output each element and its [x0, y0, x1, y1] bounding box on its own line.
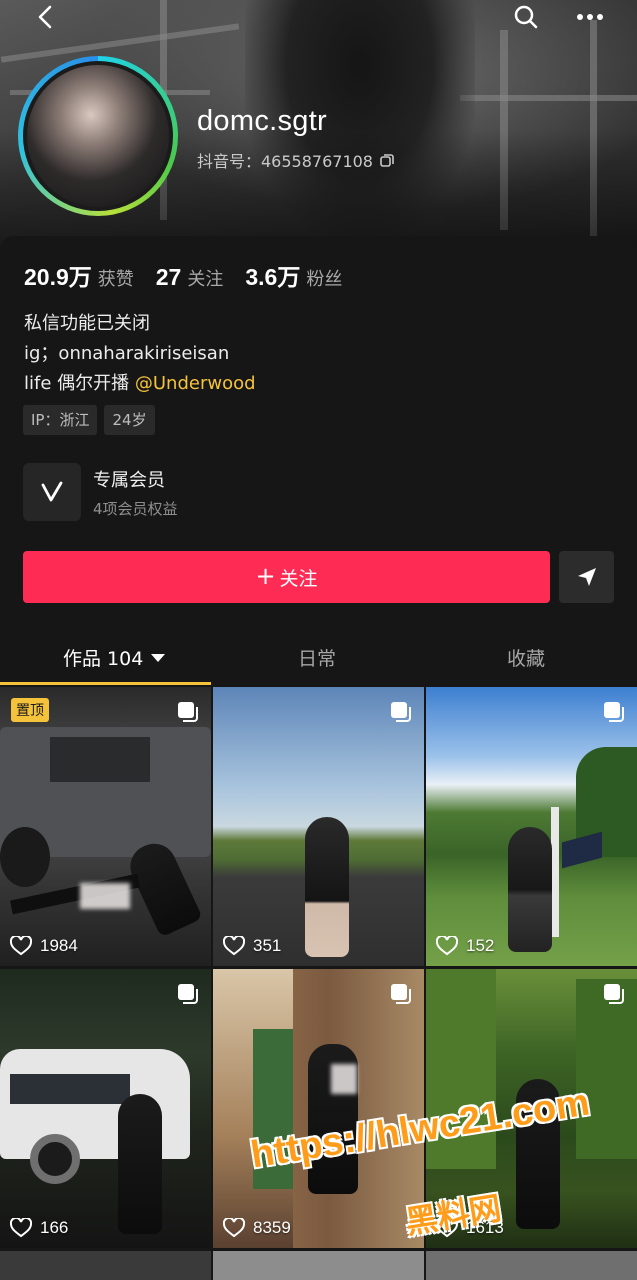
like-count-text: 1984	[40, 936, 78, 955]
stat-following[interactable]: 27 关注	[156, 264, 224, 291]
douyin-id[interactable]: 抖音号：46558767108	[197, 148, 395, 172]
douyin-id-text: 抖音号：46558767108	[197, 152, 373, 171]
heart-icon	[436, 936, 458, 956]
bio-line: life 偶尔开播 @Underwood	[24, 369, 256, 399]
video-thumbnail[interactable]: 351	[213, 687, 424, 966]
follow-button[interactable]: + 关注	[23, 551, 550, 603]
like-count-text: 166	[40, 1218, 69, 1237]
video-thumbnail[interactable]	[0, 1251, 211, 1280]
membership-subtitle: 4项会员权益	[93, 499, 178, 518]
like-count: 1984	[10, 936, 78, 956]
more-icon	[577, 14, 603, 20]
mention-link[interactable]: @Underwood	[135, 373, 256, 394]
heart-icon	[223, 1218, 245, 1238]
multi-image-icon	[604, 984, 624, 1004]
membership-title: 专属会员	[93, 469, 165, 491]
video-thumbnail[interactable]: 置顶 1984	[0, 687, 211, 966]
stat-label: 关注	[187, 269, 224, 290]
heart-icon	[10, 1218, 32, 1238]
bio: 私信功能已关闭 ig；onnaharakiriseisan life 偶尔开播 …	[24, 309, 256, 399]
search-icon	[514, 5, 538, 29]
search-button[interactable]	[508, 2, 544, 32]
video-thumbnail[interactable]: 152	[426, 687, 637, 966]
avatar-image	[23, 61, 173, 211]
video-thumbnail[interactable]	[426, 1251, 637, 1280]
follow-label: 关注	[279, 567, 318, 590]
multi-image-icon	[178, 702, 198, 722]
username: domc.sgtr	[197, 105, 328, 137]
like-count: 152	[436, 936, 494, 956]
like-count-text: 8359	[253, 1218, 291, 1237]
tab-favorites[interactable]: 收藏	[507, 644, 545, 671]
heart-icon	[223, 936, 245, 956]
bio-line: ig；onnaharakiriseisan	[24, 343, 230, 364]
bio-line: 私信功能已关闭	[24, 313, 150, 334]
membership-v-icon	[41, 481, 63, 502]
stats-row: 20.9万 获赞 27 关注 3.6万 粉丝	[24, 258, 364, 292]
like-count: 351	[223, 936, 281, 956]
like-count-text: 152	[466, 936, 495, 955]
share-button[interactable]	[559, 551, 614, 603]
more-button[interactable]	[572, 2, 608, 32]
heart-icon	[10, 936, 32, 956]
multi-image-icon	[391, 702, 411, 722]
pinned-badge: 置顶	[11, 698, 49, 722]
profile-tags: IP：浙江 24岁	[23, 405, 155, 435]
age-tag: 24岁	[104, 405, 155, 435]
copy-icon[interactable]	[379, 152, 395, 168]
multi-image-icon	[604, 702, 624, 722]
stat-followers[interactable]: 3.6万 粉丝	[245, 258, 342, 292]
membership-entry[interactable]: 专属会员 4项会员权益	[23, 463, 178, 521]
like-count: 8359	[223, 1218, 291, 1238]
stat-number: 3.6万	[245, 264, 301, 290]
tab-works[interactable]: 作品 104	[63, 644, 166, 671]
stat-number: 27	[155, 264, 182, 290]
video-thumbnail[interactable]: 8359	[213, 969, 424, 1248]
tab-works-label: 作品 104	[63, 648, 144, 670]
ip-location-tag: IP：浙江	[23, 405, 98, 435]
caret-down-icon[interactable]	[151, 653, 166, 662]
membership-icon-box	[23, 463, 81, 521]
multi-image-icon	[178, 984, 198, 1004]
content-tabs: 作品 104 日常 收藏	[0, 630, 637, 684]
back-icon	[38, 5, 52, 29]
video-thumbnail[interactable]: 166	[0, 969, 211, 1248]
stat-label: 粉丝	[306, 269, 343, 290]
like-count: 166	[10, 1218, 68, 1238]
avatar[interactable]	[18, 56, 178, 216]
stat-label: 获赞	[97, 269, 134, 290]
active-tab-indicator	[0, 682, 211, 685]
tab-daily[interactable]: 日常	[298, 644, 336, 671]
back-button[interactable]	[28, 2, 64, 32]
multi-image-icon	[391, 984, 411, 1004]
plus-icon: +	[255, 562, 276, 590]
share-icon	[577, 568, 596, 586]
like-count-text: 351	[253, 936, 282, 955]
bio-text: life 偶尔开播	[24, 373, 135, 394]
video-thumbnail[interactable]	[213, 1251, 424, 1280]
stat-number: 20.9万	[24, 264, 92, 290]
stat-likes[interactable]: 20.9万 获赞	[24, 258, 134, 292]
